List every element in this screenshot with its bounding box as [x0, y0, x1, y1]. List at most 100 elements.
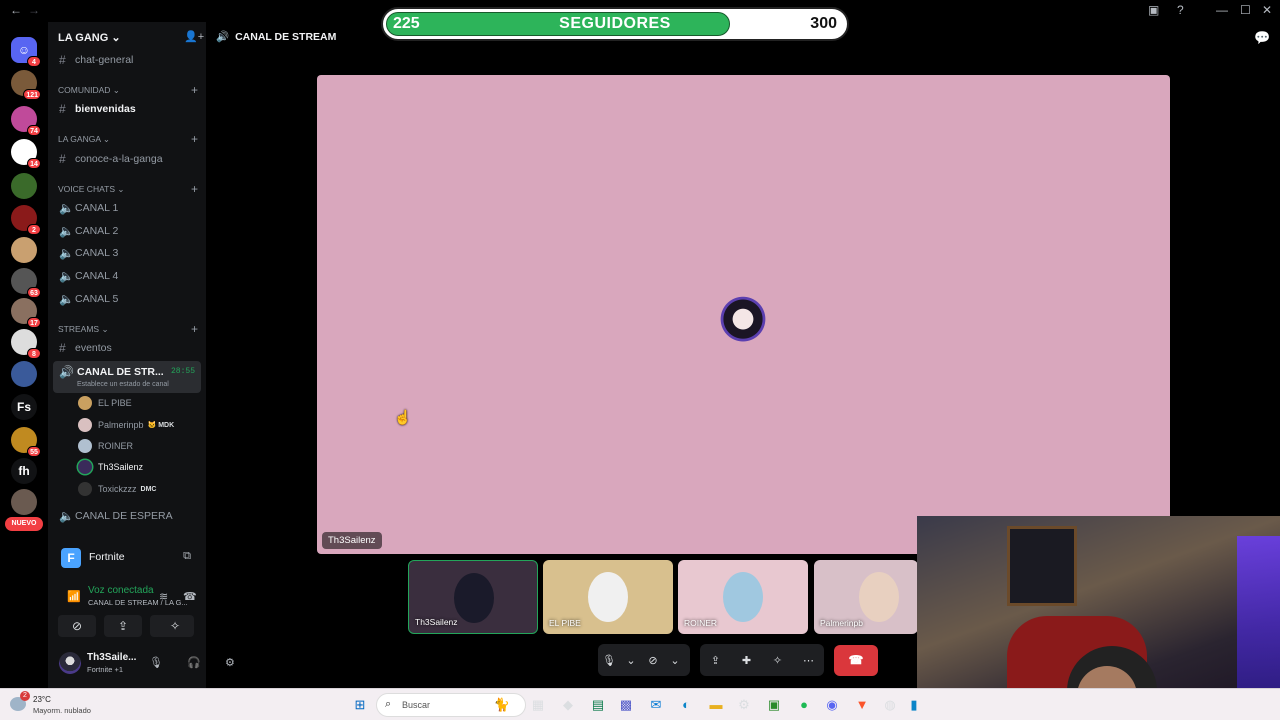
server-icon[interactable]: 2	[11, 205, 41, 235]
stream-stage[interactable]: Th3Sailenz	[317, 75, 1170, 554]
username[interactable]: Th3Saile...	[87, 652, 136, 663]
server-icon[interactable]: Fs	[11, 394, 37, 420]
edge-icon[interactable]: ◐	[676, 695, 696, 715]
voice-channel-4[interactable]: 🔈 CANAL 4	[53, 266, 201, 286]
server-icon[interactable]: 17	[11, 298, 41, 328]
channel-bienvenidas[interactable]: # bienvenidas	[53, 99, 201, 119]
guild-name[interactable]: LA GANG ⌄	[58, 31, 121, 44]
category-voice-chats[interactable]: VOICE CHATS ⌄ +	[58, 182, 198, 196]
voice-channel-espera[interactable]: 🔈 CANAL DE ESPERA	[53, 506, 201, 526]
store-icon[interactable]: ▤	[588, 695, 608, 715]
settings-gear-icon[interactable]: ⚙	[734, 695, 754, 715]
minimize-icon[interactable]: —	[1216, 3, 1228, 17]
settings-gear-icon[interactable]: ⚙	[225, 656, 235, 669]
activity-overlay-icon[interactable]: ⧉	[183, 550, 191, 563]
server-icon[interactable]: 63	[11, 268, 41, 298]
participant-tile[interactable]: ROINER	[678, 560, 808, 634]
audio-video-controls: 🎙 ⌄ ⊘ ⌄	[598, 644, 690, 676]
disconnect-call-button[interactable]: ☎	[834, 645, 878, 676]
app-icon[interactable]: ▮	[904, 695, 924, 715]
microphone-icon[interactable]: 🎙	[149, 656, 163, 669]
server-icon[interactable]	[11, 237, 37, 263]
speaker-icon: 🔊	[59, 365, 74, 379]
category-streams[interactable]: STREAMS ⌄ +	[58, 322, 198, 336]
inbox-icon[interactable]: ▣	[1148, 3, 1159, 17]
voice-member[interactable]: EL PIBE	[78, 394, 132, 412]
discord-icon[interactable]: ◉	[822, 695, 842, 715]
minecraft-icon[interactable]: ▣	[764, 695, 784, 715]
voice-member[interactable]: Toxickzzz DMC	[78, 480, 156, 498]
share-screen-button[interactable]: ⇪	[104, 615, 142, 637]
forward-arrow-icon[interactable]: →	[28, 3, 40, 17]
voice-member[interactable]: Palmerinpb 🐱 MDK	[78, 416, 174, 434]
channel-conoce-a-la-ganga[interactable]: # conoce-a-la-ganga	[53, 149, 201, 169]
headphones-icon[interactable]: 🎧	[187, 656, 201, 669]
camera-off-button[interactable]: ⊘	[58, 615, 96, 637]
discord-icon[interactable]: ☺ 4	[11, 37, 41, 67]
close-icon[interactable]: ✕	[1262, 3, 1272, 17]
voice-channel-2[interactable]: 🔈 CANAL 2	[53, 221, 201, 241]
user-activity: Fortnite +1	[87, 665, 124, 674]
camera-off-icon[interactable]: ⊘	[642, 654, 664, 667]
voice-member[interactable]: Th3Sailenz	[78, 458, 143, 476]
new-badge[interactable]: NUEVO	[5, 517, 43, 531]
channel-status[interactable]: Establece un estado de canal	[77, 381, 169, 388]
voice-channel-canal-de-stream[interactable]: 🔊 CANAL DE STR... 28:55 Establece un est…	[53, 361, 201, 393]
activities-icon[interactable]: ✚	[736, 654, 758, 667]
add-channel-icon[interactable]: +	[191, 83, 198, 97]
disconnect-icon[interactable]: ☎	[183, 590, 197, 603]
participant-tile[interactable]: EL PIBE	[543, 560, 673, 634]
help-icon[interactable]: ?	[1177, 3, 1184, 17]
speaker-icon: 🔈	[59, 246, 74, 260]
server-icon[interactable]: 55	[11, 427, 41, 457]
server-icon[interactable]: 14	[11, 139, 41, 169]
server-icon[interactable]	[11, 361, 37, 387]
file-explorer-icon[interactable]: ▬	[706, 695, 726, 715]
voice-status[interactable]: Voz conectada	[88, 585, 154, 596]
server-icon[interactable]: 74	[11, 106, 41, 136]
task-view-icon[interactable]: ▦	[528, 695, 548, 715]
server-icon[interactable]: fh	[11, 458, 37, 484]
weather-widget[interactable]: 2 23°C Mayorm. nublado	[10, 691, 110, 717]
more-options-icon[interactable]: ⋯	[798, 654, 820, 667]
voice-member[interactable]: ROINER	[78, 437, 133, 455]
outlook-icon[interactable]: ✉	[646, 695, 666, 715]
server-icon[interactable]	[11, 489, 37, 515]
participant-name: ROINER	[684, 618, 718, 628]
obs-icon[interactable]: ◍	[880, 695, 900, 715]
category-comunidad[interactable]: COMUNIDAD ⌄ +	[58, 83, 198, 97]
chat-bubble-icon[interactable]: 💬	[1254, 30, 1270, 46]
add-channel-icon[interactable]: +	[191, 322, 198, 336]
server-icon[interactable]: 121	[11, 70, 41, 100]
copilot-icon[interactable]: ◆	[558, 695, 578, 715]
channel-eventos[interactable]: # eventos	[53, 338, 201, 358]
add-channel-icon[interactable]: +	[191, 132, 198, 146]
windows-start-icon[interactable]: ⊞	[350, 695, 370, 715]
chevron-down-icon[interactable]: ⌄	[620, 654, 642, 667]
avatar	[78, 439, 92, 453]
spotify-icon[interactable]: ●	[794, 695, 814, 715]
voice-channel-5[interactable]: 🔈 CANAL 5	[53, 289, 201, 309]
participant-tile[interactable]: Th3Sailenz	[408, 560, 538, 634]
microphone-icon[interactable]: 🎙	[598, 654, 620, 667]
voice-channel-3[interactable]: 🔈 CANAL 3	[53, 243, 201, 263]
noise-suppression-icon[interactable]: ≋	[159, 590, 168, 603]
participant-tile[interactable]: Palmerinpb	[814, 560, 918, 634]
teams-icon[interactable]: ▩	[616, 695, 636, 715]
chevron-down-icon[interactable]: ⌄	[664, 654, 686, 667]
channel-chat-general[interactable]: # chat-general	[53, 50, 201, 70]
soundboard-icon[interactable]: ✧	[767, 654, 789, 667]
soundboard-button[interactable]: ✧	[156, 615, 194, 637]
category-la-ganga[interactable]: LA GANGA ⌄ +	[58, 132, 198, 146]
avatar[interactable]	[59, 652, 81, 674]
maximize-icon[interactable]: ☐	[1240, 3, 1251, 17]
add-member-icon[interactable]: 👤+	[184, 30, 204, 43]
share-screen-icon[interactable]: ⇪	[705, 654, 727, 667]
voice-channel-1[interactable]: 🔈 CANAL 1	[53, 198, 201, 218]
hash-icon: #	[59, 53, 66, 67]
add-channel-icon[interactable]: +	[191, 182, 198, 196]
back-arrow-icon[interactable]: ←	[10, 3, 22, 17]
server-icon[interactable]: 8	[11, 329, 41, 359]
server-icon[interactable]	[11, 173, 37, 199]
brave-icon[interactable]: ▼	[852, 695, 872, 715]
